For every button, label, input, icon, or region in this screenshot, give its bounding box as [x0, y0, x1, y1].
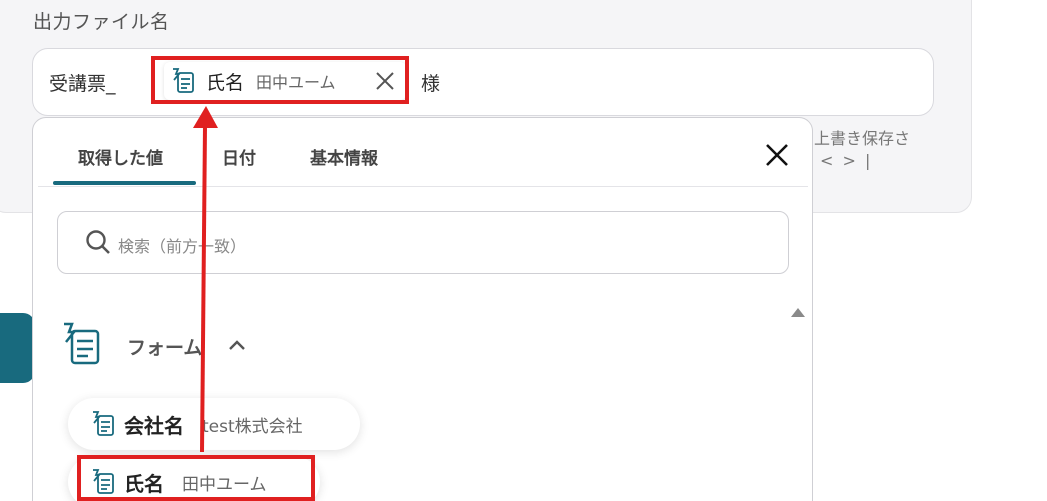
- annotation-arrow: [193, 106, 218, 453]
